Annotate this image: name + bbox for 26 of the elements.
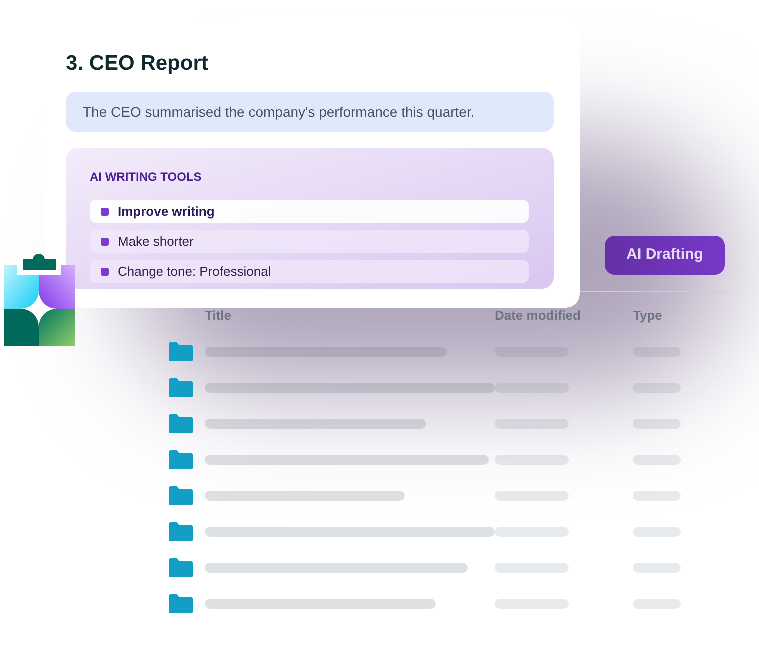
ai-tools-heading: AI WRITING TOOLS <box>90 169 203 185</box>
type-placeholder-bar <box>633 455 681 465</box>
ai-tool-option[interactable]: Improve writing <box>90 200 529 223</box>
column-header: Type <box>633 308 662 324</box>
type-placeholder-bar <box>633 419 681 429</box>
type-placeholder-bar <box>633 491 681 501</box>
folder-icon <box>168 594 194 614</box>
report-title: 3. CEO Report <box>66 51 210 77</box>
ai-drafting-button[interactable]: AI Drafting <box>605 236 725 275</box>
folder-icon <box>168 378 194 398</box>
square-bullet-icon <box>101 238 109 246</box>
summary-sentence: The CEO summarised the company's performance this quarter. <box>66 92 554 132</box>
ai-tool-option[interactable]: Make shorter <box>90 230 529 253</box>
square-bullet-icon <box>101 208 109 216</box>
folder-icon <box>168 486 194 506</box>
column-header: Title <box>205 308 232 324</box>
ai-tool-option[interactable]: Change tone: Professional <box>90 260 529 283</box>
column-header: Date modified <box>495 308 581 324</box>
folder-icon <box>168 414 194 434</box>
type-placeholder-bar <box>633 383 681 393</box>
folder-icon <box>168 450 194 470</box>
type-placeholder-bar <box>633 347 681 357</box>
folder-icon <box>168 342 194 362</box>
square-bullet-icon <box>101 268 109 276</box>
folder-icon <box>168 522 194 542</box>
folder-icon <box>168 558 194 578</box>
